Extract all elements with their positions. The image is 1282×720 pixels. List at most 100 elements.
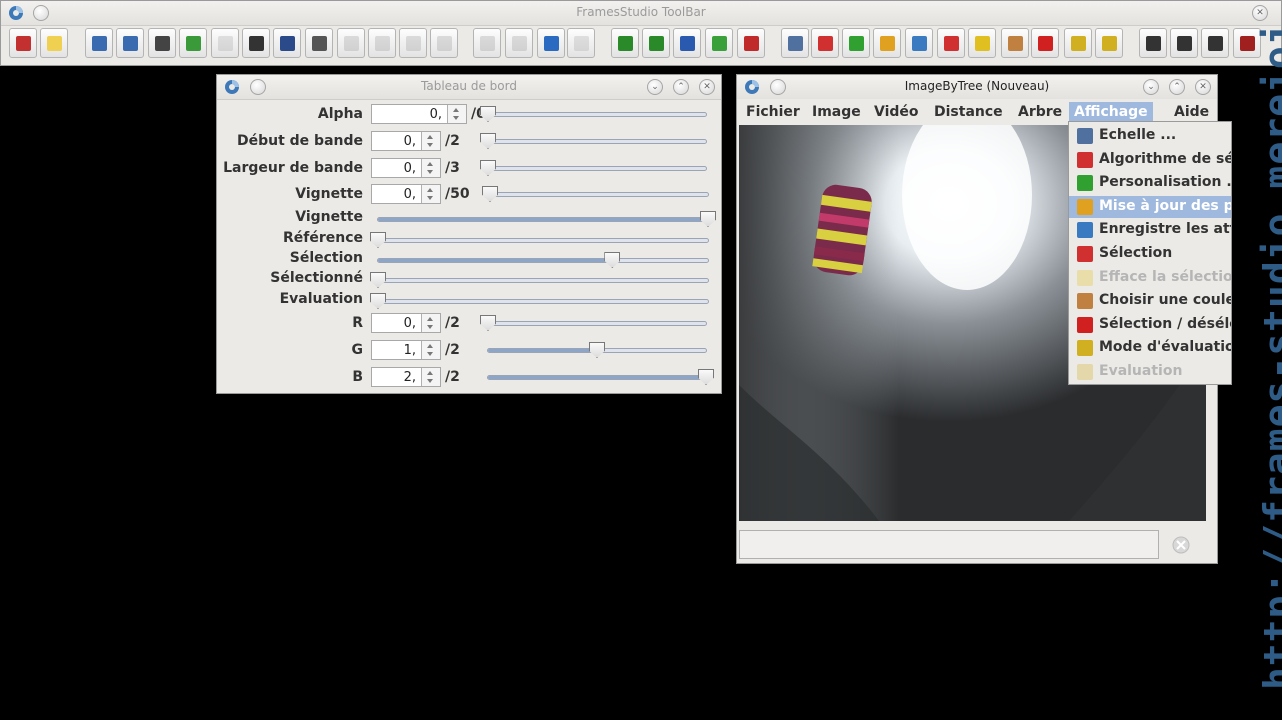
spinner-arrows-icon[interactable] [421,368,440,386]
clapperboard-button[interactable] [242,28,270,58]
stop-icon[interactable] [1167,533,1203,557]
measure-button[interactable] [537,28,565,58]
slider-thumb[interactable] [480,315,496,331]
value-slider[interactable] [482,186,709,202]
play-button[interactable] [337,28,365,58]
stop-button[interactable] [399,28,427,58]
rgb-slider[interactable] [480,315,707,331]
close-icon[interactable]: ✕ [699,79,715,95]
slider-thumb[interactable] [700,211,716,227]
menu-distance[interactable]: Distance [929,102,1008,122]
help-button[interactable] [1139,28,1167,58]
film-list-button[interactable] [273,28,301,58]
spinner-arrows-icon[interactable] [421,314,440,332]
tree-add-button[interactable] [642,28,670,58]
slider-thumb[interactable] [480,160,496,176]
spinner-arrows-icon[interactable] [447,105,466,123]
pin-button[interactable] [1031,28,1059,58]
rgb-spinner[interactable]: 2, [371,367,441,387]
dashboard-titlebar[interactable]: Tableau de bord ⌄ ⌃ ✕ [217,75,721,100]
param-slider[interactable] [370,293,709,309]
palette-disabled-button[interactable] [211,28,239,58]
menu-item[interactable]: Mode d'évaluation [1069,337,1231,359]
stamp-button[interactable] [505,28,533,58]
menu-item[interactable]: Choisir une couleur [1069,290,1231,312]
value-slider[interactable] [480,160,707,176]
value-spinner[interactable]: 0, [371,131,441,151]
update-tree-button[interactable] [873,28,901,58]
menu-vido[interactable]: Vidéo [869,102,924,122]
menu-aide[interactable]: Aide [1169,102,1214,122]
param-slider[interactable] [377,211,716,227]
spinner-arrows-icon[interactable] [421,132,440,150]
algorithm-button[interactable] [811,28,839,58]
rgb-spinner[interactable]: 1, [371,340,441,360]
param-slider[interactable] [370,272,709,288]
value-spinner[interactable]: 0, [371,104,467,124]
slider-thumb[interactable] [370,272,386,288]
maximize-icon[interactable]: ⌃ [673,79,689,95]
toolbar-titlebar[interactable]: FramesStudio ToolBar ✕ [1,1,1281,26]
value-spinner[interactable]: 0, [371,158,441,178]
param-slider[interactable] [370,232,709,248]
minimize-icon[interactable]: ⌄ [1143,79,1159,95]
spinner-arrows-icon[interactable] [421,341,440,359]
new-document-button[interactable] [40,28,68,58]
slider-thumb[interactable] [589,342,605,358]
slider-thumb[interactable] [482,186,498,202]
exit-button[interactable] [9,28,37,58]
menu-item[interactable]: Algorithme de sélection [1069,149,1231,171]
menu-item[interactable]: Echelle ... [1069,125,1231,147]
menu-item[interactable]: Enregistre les attributs [1069,219,1231,241]
menu-fichier[interactable]: Fichier [741,102,805,122]
tree-remove-button[interactable] [737,28,765,58]
tree-palette-button[interactable] [705,28,733,58]
tree-button[interactable] [611,28,639,58]
value-spinner[interactable]: 0, [371,184,441,204]
value-slider[interactable] [480,106,707,122]
maximize-icon[interactable]: ⌃ [1169,79,1185,95]
close-icon[interactable]: ✕ [1195,79,1211,95]
rewind-button[interactable] [368,28,396,58]
param-slider[interactable] [377,252,709,268]
copyright-button[interactable] [1170,28,1198,58]
slider-thumb[interactable] [698,369,714,385]
customize-button[interactable] [842,28,870,58]
pen-button[interactable] [473,28,501,58]
slider-thumb[interactable] [370,293,386,309]
menu-item[interactable]: Sélection [1069,243,1231,265]
spinner-arrows-icon[interactable] [421,159,440,177]
menu-image[interactable]: Image [807,102,866,122]
clear-selection-button[interactable] [968,28,996,58]
spinner-arrows-icon[interactable] [421,185,440,203]
record-button[interactable] [430,28,458,58]
chat-button[interactable] [1201,28,1229,58]
chart-button[interactable] [673,28,701,58]
evaluation-button[interactable] [1095,28,1123,58]
menu-item[interactable]: Personalisation ... [1069,172,1231,194]
zoom-button[interactable] [781,28,809,58]
menu-item[interactable]: Sélection / désélection [1069,314,1231,336]
slider-thumb[interactable] [370,232,386,248]
evaluation-mode-button[interactable] [1064,28,1092,58]
image-titlebar[interactable]: ImageByTree (Nouveau) ⌄ ⌃ ✕ [737,75,1217,100]
selection-button[interactable] [937,28,965,58]
menu-affichage[interactable]: Affichage [1069,102,1153,122]
palette-download-button[interactable] [179,28,207,58]
rgb-slider[interactable] [487,369,714,385]
save-attributes-button[interactable] [905,28,933,58]
color-picker-button[interactable] [1001,28,1029,58]
webcam-button[interactable] [305,28,333,58]
rgb-spinner[interactable]: 0, [371,313,441,333]
camera-button[interactable] [148,28,176,58]
open-window-button[interactable] [85,28,113,58]
value-slider[interactable] [480,133,707,149]
slider-thumb[interactable] [604,252,621,268]
minimize-icon[interactable]: ⌄ [647,79,663,95]
window-button[interactable] [116,28,144,58]
rgb-slider[interactable] [487,342,707,358]
menu-arbre[interactable]: Arbre [1013,102,1067,122]
slider-thumb[interactable] [480,133,496,149]
menu-item[interactable]: Mise à jour des propriétés [1069,195,1231,218]
building-button[interactable] [567,28,595,58]
